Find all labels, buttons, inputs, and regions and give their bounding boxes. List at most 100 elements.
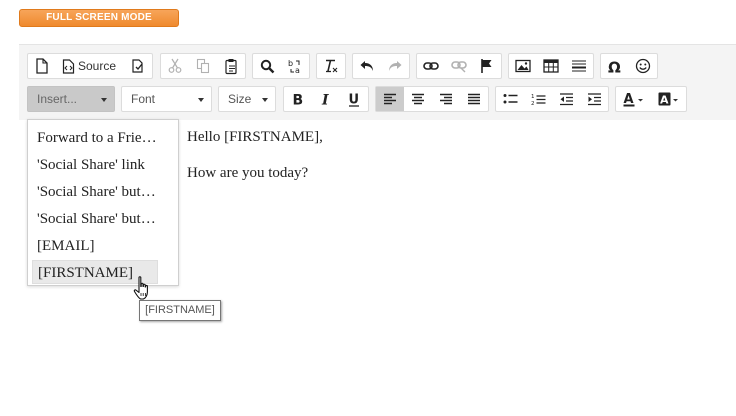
increase-indent-icon (587, 92, 601, 105)
toolbar-group-insert (508, 53, 594, 79)
insert-item-social-share-buttons-2[interactable]: 'Social Share' buttons (32, 207, 158, 231)
image-button[interactable] (509, 54, 537, 78)
table-icon (543, 59, 559, 73)
decrease-indent-icon (559, 92, 573, 105)
tooltip: [FIRSTNAME] (139, 300, 221, 321)
redo-button[interactable] (381, 54, 409, 78)
copy-icon (196, 58, 210, 74)
insert-item-forward-link[interactable]: Forward to a Friend link (32, 126, 158, 150)
insert-combo[interactable]: Insert... (27, 86, 115, 112)
find-icon (260, 59, 274, 73)
text-color-icon: A (623, 92, 643, 107)
svg-text:1: 1 (531, 94, 535, 100)
hand-cursor-icon (133, 276, 148, 300)
copy-button[interactable] (189, 54, 217, 78)
templates-icon (131, 59, 143, 73)
paste-icon (224, 58, 237, 74)
svg-text:I: I (321, 93, 329, 107)
svg-text:b: b (288, 59, 293, 68)
redo-icon (389, 61, 402, 71)
templates-button[interactable] (122, 54, 152, 78)
content-line-question: How are you today? (187, 165, 309, 181)
unlink-icon (451, 61, 467, 73)
editor-content[interactable]: Hello [FIRSTNAME], How are you today? (187, 129, 323, 201)
svg-text:B: B (293, 93, 304, 107)
size-combo[interactable]: Size (218, 86, 276, 112)
toolbar-group-format (316, 53, 346, 79)
insert-item-email[interactable]: [EMAIL] (32, 234, 158, 258)
link-icon (423, 62, 439, 70)
remove-format-button[interactable] (317, 54, 345, 78)
cut-icon (168, 58, 182, 73)
undo-button[interactable] (353, 54, 381, 78)
link-button[interactable] (417, 54, 445, 78)
align-center-button[interactable] (404, 87, 432, 111)
bulleted-list-button[interactable] (496, 87, 524, 111)
svg-text:2: 2 (531, 101, 535, 106)
align-right-button[interactable] (432, 87, 460, 111)
find-button[interactable] (253, 54, 281, 78)
toolbar-group-basic-styles: B I U (283, 86, 369, 112)
toolbar-group-clipboard (160, 53, 246, 79)
horizontal-rule-icon (572, 60, 586, 72)
background-color-button[interactable]: A (651, 87, 686, 111)
italic-button[interactable]: I (312, 87, 340, 111)
toolbar-group-document: Source (27, 53, 153, 79)
content-line-greeting: Hello [FIRSTNAME], (187, 129, 323, 145)
anchor-flag-icon (481, 59, 492, 73)
italic-icon: I (321, 93, 329, 107)
justify-icon (468, 93, 480, 105)
bulleted-list-icon (503, 94, 517, 104)
underline-icon: U (349, 92, 360, 107)
justify-button[interactable] (460, 87, 488, 111)
horizontal-rule-button[interactable] (565, 54, 593, 78)
paste-button[interactable] (217, 54, 245, 78)
editor-toolbar: Source ba Ω Insert... Font Size B I U 1 … (19, 44, 736, 120)
decrease-indent-button[interactable] (552, 87, 580, 111)
toolbar-group-links (416, 53, 502, 79)
special-char-button[interactable]: Ω (601, 54, 629, 78)
chevron-down-icon (262, 98, 268, 102)
svg-text:A: A (660, 93, 669, 106)
numbered-list-button[interactable]: 12 (524, 87, 552, 111)
align-left-icon (384, 93, 396, 105)
align-left-button[interactable] (376, 87, 404, 111)
insert-item-social-share-buttons[interactable]: 'Social Share' buttons (32, 180, 158, 204)
image-icon (515, 59, 531, 73)
table-button[interactable] (537, 54, 565, 78)
toolbar-group-find: ba (252, 53, 310, 79)
insert-dropdown-panel: Forward to a Friend link 'Social Share' … (27, 119, 179, 286)
undo-icon (360, 61, 373, 71)
new-page-button[interactable] (28, 54, 56, 78)
full-screen-mode-button[interactable]: FULL SCREEN MODE (19, 9, 179, 27)
increase-indent-button[interactable] (580, 87, 608, 111)
anchor-button[interactable] (473, 54, 501, 78)
svg-text:Ω: Ω (608, 59, 621, 74)
font-combo[interactable]: Font (121, 86, 212, 112)
background-color-icon: A (658, 92, 678, 106)
numbered-list-icon: 12 (531, 94, 545, 106)
insert-item-social-share-link[interactable]: 'Social Share' link (32, 153, 158, 177)
bold-button[interactable]: B (284, 87, 312, 111)
text-color-button[interactable]: A (616, 87, 651, 111)
toolbar-group-align (375, 86, 489, 112)
chevron-down-icon (198, 98, 204, 102)
source-button[interactable]: Source (56, 54, 122, 78)
font-combo-value: Font (131, 92, 156, 106)
unlink-button[interactable] (445, 54, 473, 78)
smiley-icon (635, 58, 651, 74)
svg-text:a: a (295, 66, 300, 75)
replace-button[interactable]: ba (281, 54, 309, 78)
toolbar-group-undo (352, 53, 410, 79)
smiley-button[interactable] (629, 54, 657, 78)
underline-button[interactable]: U (340, 87, 368, 111)
cut-button[interactable] (161, 54, 189, 78)
special-char-icon: Ω (608, 59, 621, 74)
new-page-icon (36, 58, 48, 74)
toolbar-group-lists: 12 (495, 86, 609, 112)
insert-combo-value: Insert... (37, 92, 78, 106)
align-center-icon (412, 93, 424, 105)
toolbar-group-colors: A A (615, 86, 687, 112)
size-combo-value: Size (228, 92, 252, 106)
replace-icon: ba (288, 59, 300, 75)
